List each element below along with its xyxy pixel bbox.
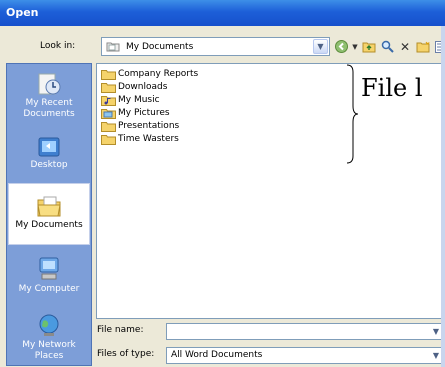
place-label: My Recent Documents	[23, 98, 75, 119]
folder-icon	[101, 69, 116, 80]
my-computer-icon	[39, 257, 59, 280]
list-item[interactable]: Presentations	[101, 120, 179, 132]
file-name: Company Reports	[118, 69, 199, 79]
up-folder-icon[interactable]	[361, 38, 377, 55]
toolbar: ▼ ✕	[333, 37, 445, 56]
music-folder-icon	[101, 95, 116, 106]
place-my-computer[interactable]: My Computer	[7, 250, 91, 308]
my-documents-icon	[37, 196, 61, 217]
folder-icon	[101, 121, 116, 132]
place-label: My Documents	[15, 220, 83, 230]
chevron-down-icon[interactable]: ▼	[313, 39, 328, 54]
place-my-recent-documents[interactable]: My Recent Documents	[7, 66, 91, 124]
look-in-label: Look in:	[40, 41, 76, 51]
place-label: Desktop	[30, 160, 68, 170]
list-item[interactable]: Time Wasters	[101, 133, 179, 145]
folder-icon	[106, 42, 120, 52]
file-type-combo[interactable]: All Word Documents ▼	[166, 347, 445, 364]
place-my-network-places[interactable]: My Network Places	[7, 310, 91, 366]
file-type-label: Files of type:	[97, 349, 155, 359]
window-edge	[441, 26, 445, 367]
look-in-value: My Documents	[126, 41, 194, 52]
file-type-value: All Word Documents	[171, 350, 263, 360]
place-label: My Computer	[18, 284, 80, 294]
folder-icon	[101, 134, 116, 145]
list-item[interactable]: Company Reports	[101, 68, 198, 80]
file-name: Presentations	[118, 121, 180, 131]
new-folder-icon[interactable]	[415, 38, 431, 55]
file-name: My Pictures	[118, 108, 170, 118]
delete-icon[interactable]: ✕	[397, 38, 413, 55]
file-name: My Music	[118, 95, 160, 105]
place-my-documents[interactable]: My Documents	[8, 183, 90, 245]
list-item[interactable]: My Music	[101, 94, 160, 106]
look-in-combo[interactable]: My Documents ▼	[101, 37, 330, 56]
folder-icon	[101, 82, 116, 93]
search-web-icon[interactable]	[379, 38, 395, 55]
open-dialog: Look in: My Documents ▼ ▼ ✕ My Recent Do…	[0, 26, 445, 367]
desktop-icon	[38, 137, 60, 157]
network-places-icon	[39, 314, 59, 336]
place-desktop[interactable]: Desktop	[7, 130, 91, 182]
list-item[interactable]: Downloads	[101, 81, 167, 93]
chevron-down-icon[interactable]: ▼	[351, 38, 359, 55]
file-name: Downloads	[118, 82, 168, 92]
file-name: Time Wasters	[118, 134, 179, 144]
file-name-label: File name:	[97, 325, 144, 335]
pictures-folder-icon	[101, 108, 116, 119]
file-name-combo[interactable]: ▼	[166, 323, 445, 340]
brace-annotation	[346, 64, 359, 164]
list-item[interactable]: My Pictures	[101, 107, 170, 119]
window-title: Open	[0, 0, 445, 26]
back-icon[interactable]	[333, 38, 349, 55]
annotation-text: File l	[361, 74, 423, 102]
recent-documents-icon	[38, 73, 61, 95]
place-label: My Network Places	[22, 340, 76, 361]
places-bar: My Recent Documents Desktop My Documents…	[6, 63, 92, 366]
